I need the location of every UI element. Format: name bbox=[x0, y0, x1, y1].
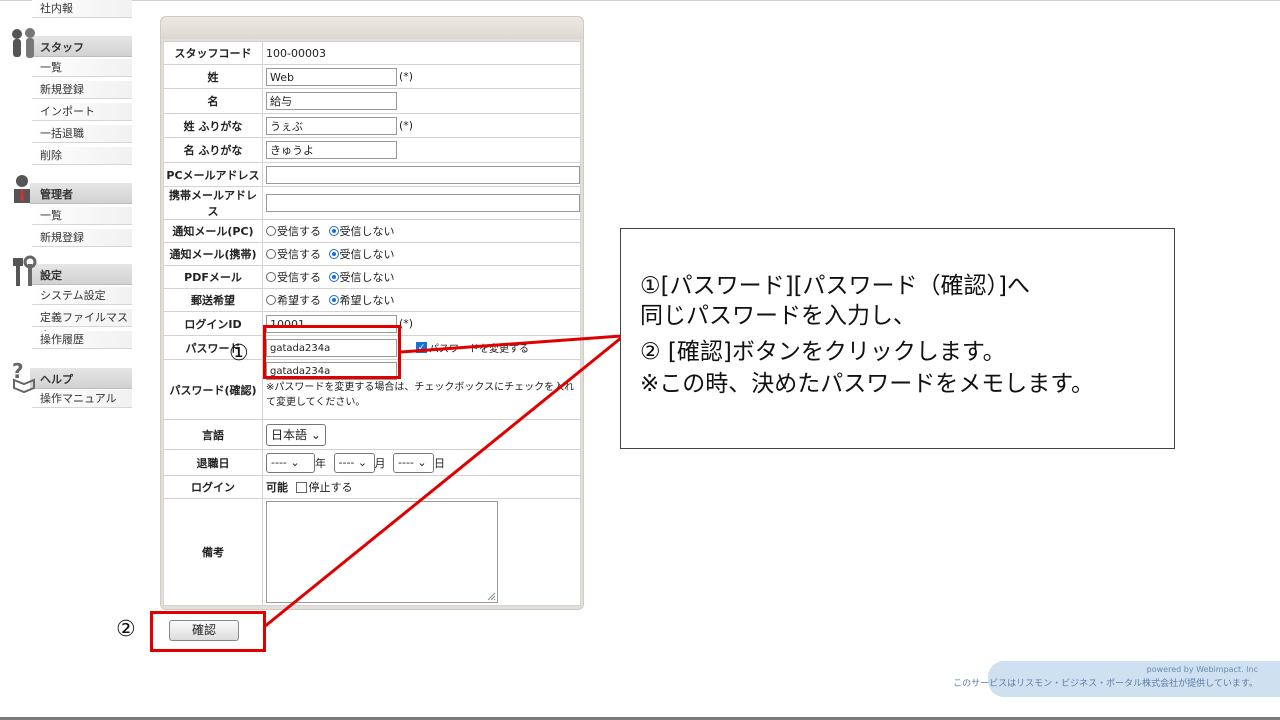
step-1-marker: ① bbox=[229, 341, 249, 366]
powered-by: powered by Webimpact. Inc bbox=[1146, 665, 1258, 674]
step-2-marker: ② bbox=[116, 617, 136, 642]
instruction-callout: ①[パスワード][パスワード（確認）]へ 同じパスワードを入力し、 ② [確認]… bbox=[620, 228, 1175, 449]
callout-line: ② [確認]ボタンをクリックします。 bbox=[640, 339, 1006, 365]
service-provider-text: このサービスはリスモン・ビジネス・ポータル株式会社が提供しています。 bbox=[953, 679, 1258, 689]
callout-line: ※この時、決めたパスワードをメモします。 bbox=[640, 371, 1094, 397]
callout-line: 同じパスワードを入力し、 bbox=[640, 303, 916, 329]
password-highlight bbox=[263, 325, 401, 379]
confirm-highlight bbox=[150, 611, 266, 652]
footer-banner: powered by Webimpact. Inc このサービスはリスモン・ビジ… bbox=[953, 661, 1280, 697]
callout-line: ①[パスワード][パスワード（確認）]へ bbox=[640, 273, 1031, 299]
